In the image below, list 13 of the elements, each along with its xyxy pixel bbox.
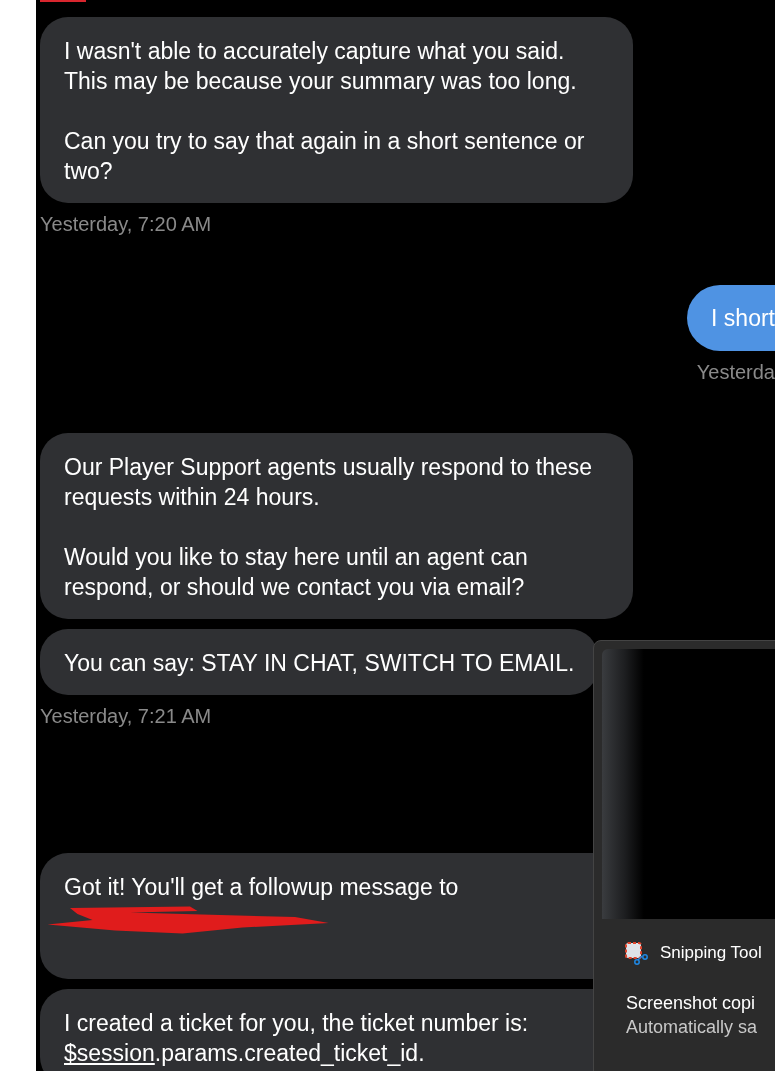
message-bubble: I short xyxy=(687,285,775,351)
app-name: Snipping Tool xyxy=(660,943,762,963)
tab-edge xyxy=(40,0,86,2)
notification-text: Screenshot copi xyxy=(626,992,757,1015)
message-bubble: Our Player Support agents usually respond to these requests within 24 hours. Would you like to stay here until an agent can respond, or should we contact you via email? xyxy=(40,433,633,619)
message-timestamp: Yesterday, 7:21 AM xyxy=(40,705,213,728)
ticket-link[interactable]: $session xyxy=(64,1040,155,1066)
message-bubble: I wasn't able to accurately capture what you said. This may be because your summary was too long. Can you try to say that again in a short sentence or two? xyxy=(40,17,633,203)
notification-toast[interactable]: Snipping Tool Screenshot copi Automatically sa xyxy=(593,640,775,1071)
message-timestamp: Yesterda xyxy=(696,361,775,384)
notification-text: Automatically sa xyxy=(626,1016,759,1039)
snipping-tool-icon xyxy=(624,941,648,965)
message-timestamp: Yesterday, 7:20 AM xyxy=(40,213,213,236)
